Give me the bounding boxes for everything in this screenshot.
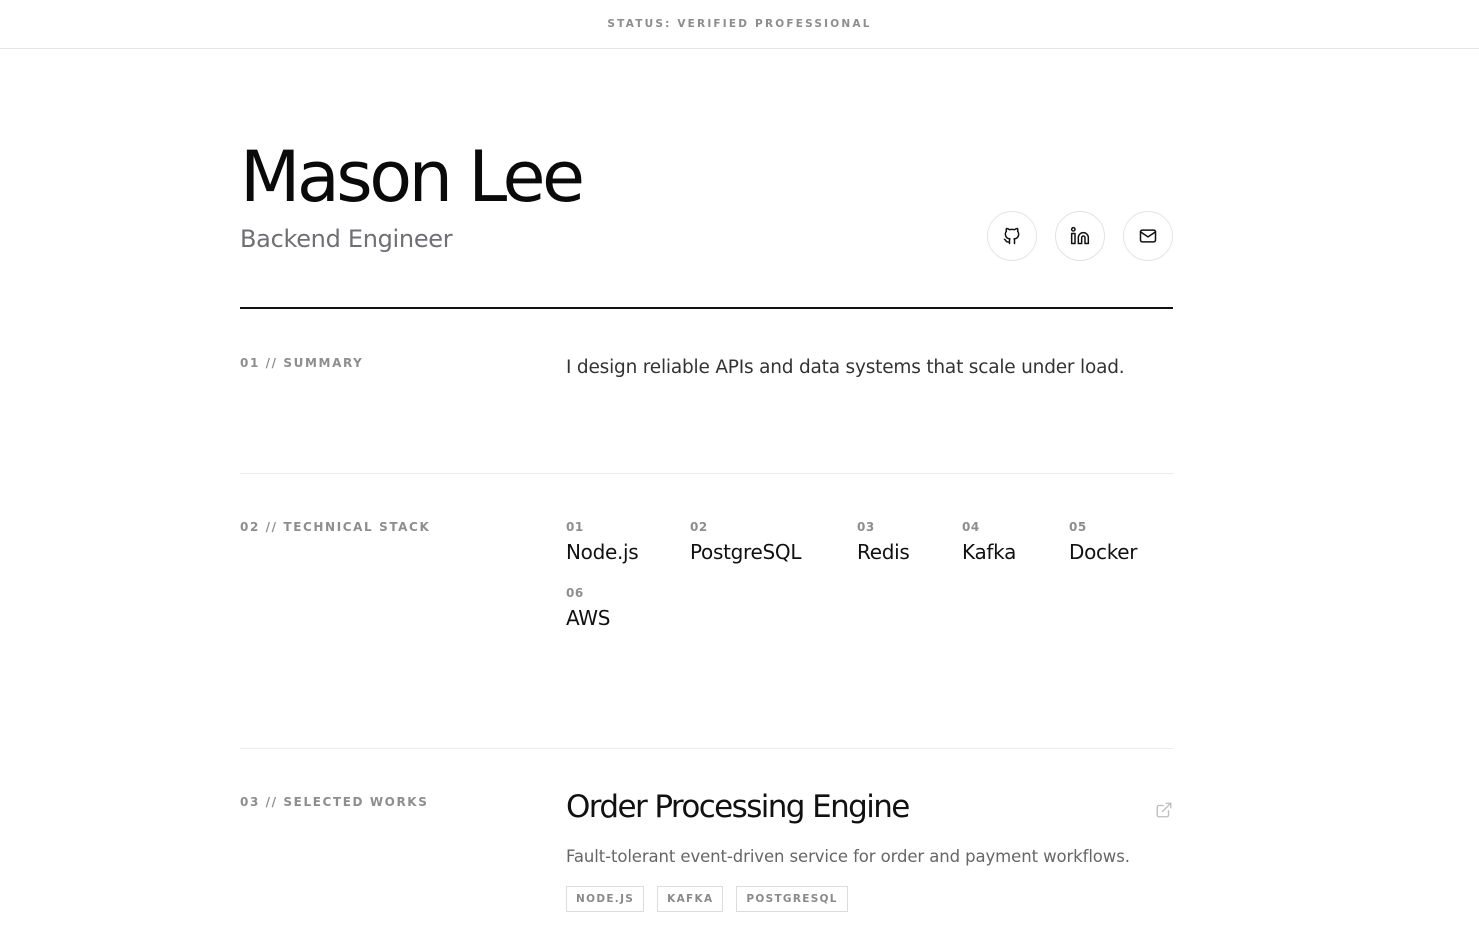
stack-item-number: 03 — [857, 520, 875, 534]
project-tags: NODE.JS KAFKA POSTGRESQL — [566, 886, 1173, 912]
stack-item: 05 Docker — [1069, 520, 1169, 564]
social-links — [987, 211, 1173, 261]
stack-item-number: 02 — [690, 520, 708, 534]
project-tag: NODE.JS — [566, 886, 645, 912]
profile-role: Backend Engineer — [240, 225, 453, 253]
stack-item-number: 01 — [566, 520, 584, 534]
email-button[interactable] — [1123, 211, 1173, 261]
mail-icon — [1139, 229, 1157, 243]
summary-section: 01 // SUMMARY I design reliable APIs and… — [240, 309, 1173, 474]
stack-section: 02 // TECHNICAL STACK 01 Node.js 02 Post… — [240, 474, 1173, 749]
stack-item: 04 Kafka — [962, 520, 1069, 564]
stack-item: 02 PostgreSQL — [690, 520, 857, 564]
stack-item-name: AWS — [566, 606, 611, 630]
summary-label: 01 // SUMMARY — [240, 356, 364, 370]
stack-item-number: 05 — [1069, 520, 1087, 534]
stack-label: 02 // TECHNICAL STACK — [240, 520, 431, 534]
project-description: Fault-tolerant event-driven service for … — [566, 847, 1130, 866]
external-link-icon — [1156, 802, 1172, 818]
stack-item: 06 AWS — [566, 586, 690, 630]
stack-list: 01 Node.js 02 PostgreSQL 03 Redis 04 Kaf… — [566, 520, 1173, 652]
github-button[interactable] — [987, 211, 1037, 261]
profile-header: Mason Lee Backend Engineer — [240, 49, 1173, 309]
stack-item-name: Docker — [1069, 540, 1138, 564]
profile-name: Mason Lee — [240, 136, 585, 218]
linkedin-icon — [1070, 226, 1090, 245]
linkedin-button[interactable] — [1055, 211, 1105, 261]
github-icon — [1003, 227, 1020, 245]
project-card: Order Processing Engine Fault-tolerant e… — [566, 789, 1173, 912]
works-section: 03 // SELECTED WORKS Order Processing En… — [240, 749, 1173, 949]
stack-item-name: Node.js — [566, 540, 639, 564]
works-label: 03 // SELECTED WORKS — [240, 795, 429, 809]
resume-container: Mason Lee Backend Engineer 01 // SUMMARY… — [240, 49, 1173, 949]
stack-item-number: 04 — [962, 520, 980, 534]
project-link-button[interactable] — [1155, 801, 1173, 823]
status-bar: STATUS: VERIFIED PROFESSIONAL — [0, 0, 1479, 49]
project-tag: KAFKA — [657, 886, 724, 912]
stack-item-name: Kafka — [962, 540, 1017, 564]
project-title[interactable]: Order Processing Engine — [566, 789, 1173, 825]
stack-item-number: 06 — [566, 586, 584, 600]
stack-item-name: Redis — [857, 540, 910, 564]
stack-item: 01 Node.js — [566, 520, 690, 564]
status-text: STATUS: VERIFIED PROFESSIONAL — [607, 18, 872, 30]
stack-item: 03 Redis — [857, 520, 962, 564]
summary-text: I design reliable APIs and data systems … — [566, 357, 1125, 378]
project-tag: POSTGRESQL — [736, 886, 848, 912]
stack-item-name: PostgreSQL — [690, 540, 802, 564]
